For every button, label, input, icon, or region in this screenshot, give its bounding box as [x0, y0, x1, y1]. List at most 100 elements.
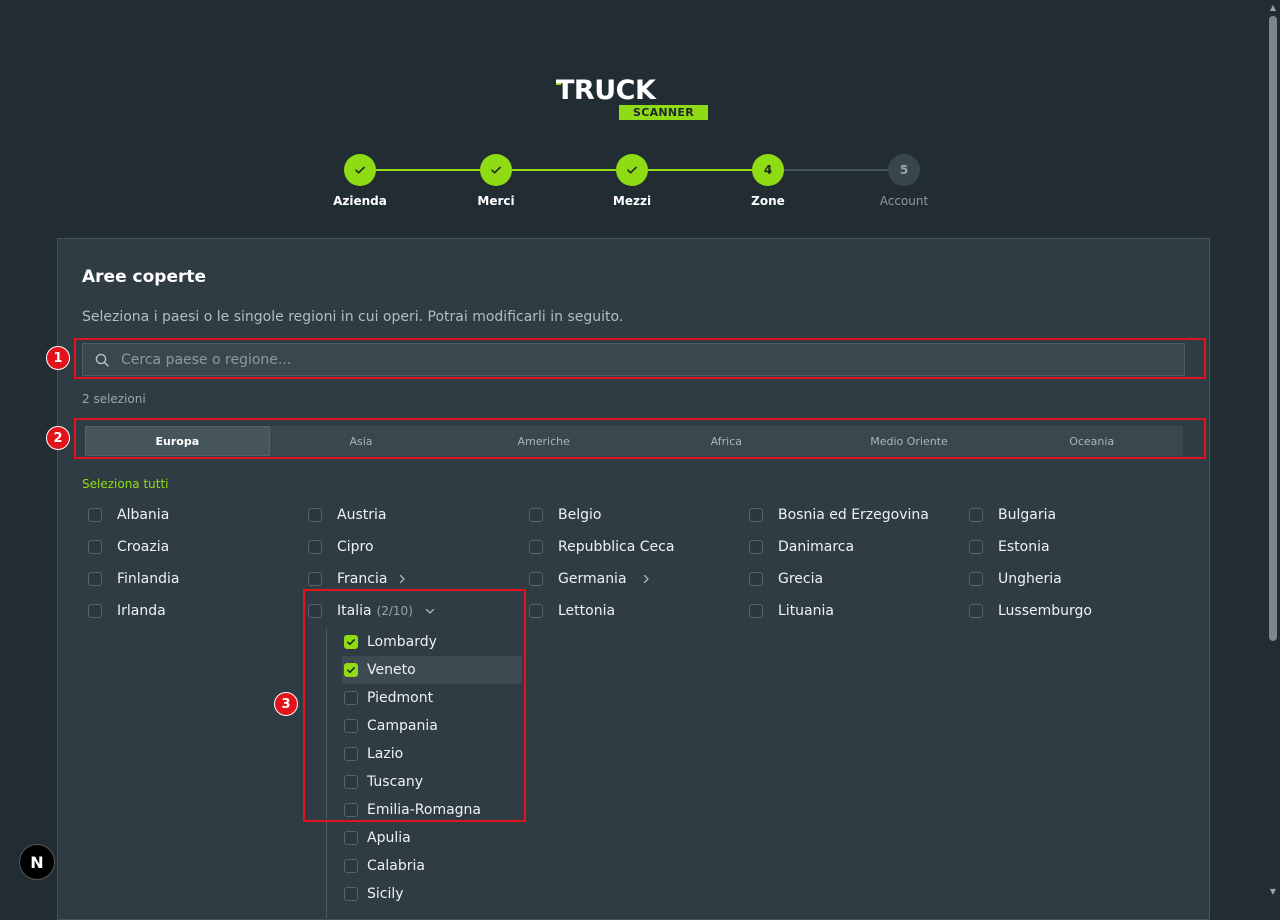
scroll-down-arrow-icon[interactable]: ▼ — [1269, 888, 1277, 896]
region-apulia[interactable]: Apulia — [342, 824, 522, 852]
country-irlanda[interactable]: Irlanda — [88, 603, 166, 619]
country-label: Lituania — [778, 603, 834, 619]
country-label: Irlanda — [117, 603, 166, 619]
check-icon — [355, 166, 365, 174]
step-zone-circle: 4 — [752, 154, 784, 186]
country-label: Repubblica Ceca — [558, 539, 675, 555]
country-belgio[interactable]: Belgio — [529, 507, 601, 523]
dev-tools-badge[interactable]: N — [19, 844, 55, 880]
region-calabria[interactable]: Calabria — [342, 852, 522, 880]
chevron-right-icon[interactable] — [641, 574, 651, 584]
checkbox[interactable] — [344, 831, 358, 845]
country-francia[interactable]: Francia — [308, 571, 407, 587]
country-cipro[interactable]: Cipro — [308, 539, 374, 555]
country-danimarca[interactable]: Danimarca — [749, 539, 854, 555]
country-label: Lettonia — [558, 603, 616, 619]
country-label: Croazia — [117, 539, 170, 555]
country-grecia[interactable]: Grecia — [749, 571, 823, 587]
logo-word: TRUCK — [556, 75, 656, 106]
scrollbar-thumb[interactable] — [1269, 16, 1277, 641]
check-icon — [627, 166, 637, 174]
checkbox[interactable] — [88, 572, 102, 586]
checkbox[interactable] — [529, 540, 543, 554]
checkbox[interactable] — [529, 508, 543, 522]
step-connector — [512, 169, 617, 171]
checkbox[interactable] — [308, 572, 322, 586]
checkbox[interactable] — [529, 604, 543, 618]
step-mezzi-circle[interactable] — [616, 154, 648, 186]
step-label-azienda: Azienda — [333, 194, 387, 208]
checkbox[interactable] — [749, 572, 763, 586]
checkbox[interactable] — [344, 859, 358, 873]
country-label: Cipro — [337, 539, 374, 555]
annotation-box-2 — [74, 418, 1206, 459]
step-merci-circle[interactable] — [480, 154, 512, 186]
checkbox[interactable] — [749, 604, 763, 618]
checkbox[interactable] — [529, 572, 543, 586]
checkbox[interactable] — [308, 508, 322, 522]
checkbox[interactable] — [749, 508, 763, 522]
country-albania[interactable]: Albania — [88, 507, 169, 523]
checkbox[interactable] — [969, 572, 983, 586]
checkbox[interactable] — [88, 604, 102, 618]
country-label: Ungheria — [998, 571, 1062, 587]
country-label: Belgio — [558, 507, 602, 523]
step-connector — [784, 169, 889, 171]
country-bosnia[interactable]: Bosnia ed Erzegovina — [749, 507, 929, 523]
select-all-link[interactable]: Seleziona tutti — [82, 477, 169, 491]
checkbox[interactable] — [969, 604, 983, 618]
country-label: Danimarca — [778, 539, 855, 555]
step-label-account: Account — [879, 194, 929, 208]
country-label: Lussemburgo — [998, 603, 1092, 619]
page-scrollbar[interactable]: ▲ ▼ — [1266, 0, 1280, 900]
region-label: Calabria — [367, 858, 425, 874]
country-label: Grecia — [778, 571, 824, 587]
step-azienda-circle[interactable] — [344, 154, 376, 186]
country-lussemburgo[interactable]: Lussemburgo — [969, 603, 1092, 619]
annotation-box-3 — [303, 589, 526, 822]
country-bulgaria[interactable]: Bulgaria — [969, 507, 1056, 523]
checkbox[interactable] — [344, 887, 358, 901]
region-label: Apulia — [367, 830, 411, 846]
step-account-circle: 5 — [888, 154, 920, 186]
country-finlandia[interactable]: Finlandia — [88, 571, 180, 587]
annotation-box-1 — [74, 338, 1206, 379]
selection-count: 2 selezioni — [82, 392, 146, 406]
scroll-up-arrow-icon[interactable]: ▲ — [1269, 4, 1277, 12]
step-connector — [376, 169, 481, 171]
country-label: Bosnia ed Erzegovina — [778, 507, 929, 523]
step-label-merci: Merci — [477, 194, 515, 208]
country-estonia[interactable]: Estonia — [969, 539, 1050, 555]
region-sicily[interactable]: Sicily — [342, 880, 522, 908]
chevron-right-icon[interactable] — [397, 574, 407, 584]
country-label: Germania — [558, 571, 627, 587]
check-icon — [491, 166, 501, 174]
annotation-badge-2: 2 — [46, 426, 70, 450]
country-croazia[interactable]: Croazia — [88, 539, 169, 555]
country-germania[interactable]: Germania — [529, 571, 651, 587]
checkbox[interactable] — [88, 540, 102, 554]
checkbox[interactable] — [969, 540, 983, 554]
country-label: Finlandia — [117, 571, 180, 587]
country-label: Albania — [117, 507, 170, 523]
checkbox[interactable] — [969, 508, 983, 522]
step-connector — [648, 169, 753, 171]
step-label-mezzi: Mezzi — [612, 194, 652, 208]
country-label: Estonia — [998, 539, 1050, 555]
card-subtitle: Seleziona i paesi o le singole regioni i… — [82, 309, 624, 325]
country-ungheria[interactable]: Ungheria — [969, 571, 1062, 587]
card-title: Aree coperte — [82, 267, 207, 287]
annotation-badge-3: 3 — [274, 692, 298, 716]
checkbox[interactable] — [308, 540, 322, 554]
logo-badge: SCANNER — [619, 105, 708, 120]
annotation-badge-1: 1 — [46, 346, 70, 370]
country-repubblica-ceca[interactable]: Repubblica Ceca — [529, 539, 674, 555]
country-lettonia[interactable]: Lettonia — [529, 603, 615, 619]
checkbox[interactable] — [88, 508, 102, 522]
country-label: Austria — [337, 507, 387, 523]
checkbox[interactable] — [749, 540, 763, 554]
truckscanner-logo: TRUCK SCANNER — [556, 75, 716, 124]
step-label-zone: Zone — [751, 194, 785, 208]
country-austria[interactable]: Austria — [308, 507, 386, 523]
country-lituania[interactable]: Lituania — [749, 603, 834, 619]
